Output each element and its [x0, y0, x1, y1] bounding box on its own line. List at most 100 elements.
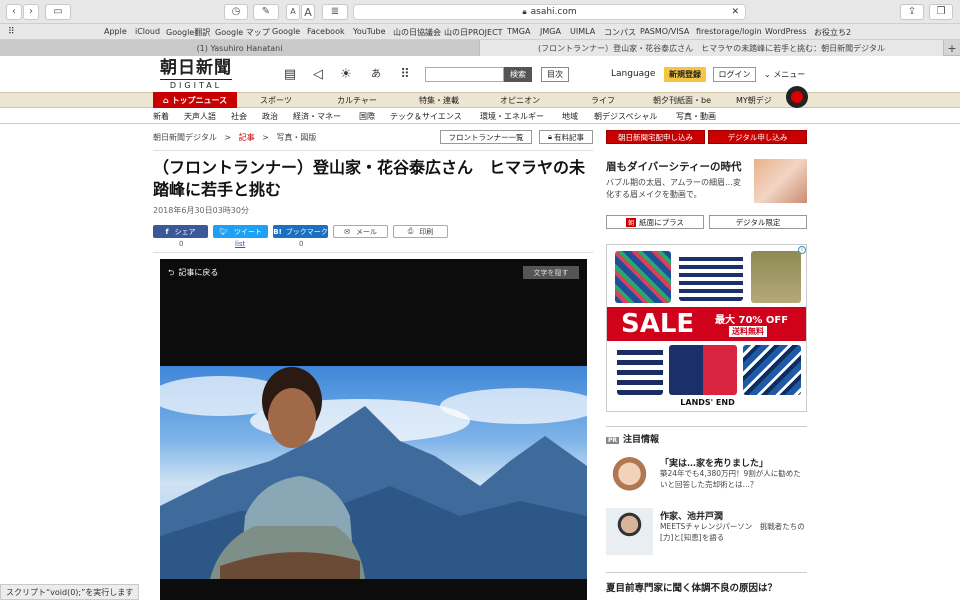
- back-to-article-link[interactable]: ⮌ 記事に戻る: [168, 267, 218, 281]
- paper-plus-button[interactable]: 朝紙面にプラス: [606, 215, 704, 229]
- tabs-overview-icon[interactable]: ❐: [929, 4, 953, 20]
- digital-subscribe-button[interactable]: デジタル申し込み: [708, 130, 807, 144]
- newspaper-subscribe-button[interactable]: 朝日新聞宅配申し込み: [606, 130, 705, 144]
- breadcrumb-root[interactable]: 朝日新聞デジタル: [153, 133, 217, 142]
- chevron-down-icon: ⌄: [764, 70, 774, 79]
- fav-item[interactable]: 山の日PROJECT: [444, 27, 503, 38]
- fav-item[interactable]: PASMO/VISA: [640, 27, 689, 36]
- subnav-item[interactable]: 環境・エネルギー: [480, 111, 544, 122]
- back-icon[interactable]: ‹: [6, 4, 22, 20]
- font-size-icon[interactable]: あ: [368, 67, 384, 83]
- subnav-item[interactable]: 経済・マネー: [293, 111, 341, 122]
- share-facebook-button[interactable]: f シェア: [153, 225, 208, 238]
- fav-item[interactable]: JMGA: [540, 27, 561, 36]
- subnav-item[interactable]: 新着: [153, 111, 169, 122]
- nav-culture[interactable]: カルチャー: [337, 95, 377, 106]
- share-bookmark-button[interactable]: B! ブックマーク: [273, 225, 328, 238]
- sidebar-feature-title[interactable]: 眉もダイバーシティーの時代: [606, 159, 741, 174]
- weather-icon[interactable]: ☀: [338, 67, 354, 83]
- search-button[interactable]: 検索: [504, 67, 532, 82]
- share-twitter-button[interactable]: 🐦︎ ツイート: [213, 225, 268, 238]
- forward-icon[interactable]: ›: [23, 4, 39, 20]
- nav-sports[interactable]: スポーツ: [260, 95, 292, 106]
- search-input[interactable]: [425, 67, 504, 82]
- share-icon[interactable]: ⇪: [900, 4, 924, 20]
- fav-item[interactable]: YouTube: [353, 27, 386, 36]
- reader-icon[interactable]: ≣: [322, 4, 348, 20]
- fav-item[interactable]: iCloud: [135, 27, 160, 36]
- bottom-feature-title[interactable]: 夏目前専門家に聞く体調不良の原因は？: [606, 580, 777, 594]
- nav-my-asahi[interactable]: MY朝デジ: [736, 95, 772, 106]
- pr-badge: PR: [606, 437, 620, 444]
- fav-item[interactable]: WordPress: [765, 27, 807, 36]
- share-count: 0: [179, 240, 184, 248]
- fav-item[interactable]: お役立ち2: [814, 27, 851, 38]
- edit-icon[interactable]: ✎: [253, 4, 279, 20]
- sidebar-icon[interactable]: ▭: [45, 4, 71, 20]
- breadcrumb-last: 写真・図版: [276, 133, 317, 142]
- subnav-item[interactable]: 朝デジスペシャル: [594, 111, 657, 122]
- subnav-item[interactable]: 写真・動画: [676, 111, 716, 122]
- favorites-bar: ⠿ Apple iCloud Google翻訳 Google マップ Googl…: [0, 24, 960, 40]
- newspaper-icon[interactable]: ▤: [282, 67, 298, 83]
- nav-top-news[interactable]: ⌂ トップニュース: [153, 92, 237, 108]
- fav-item[interactable]: TMGA: [507, 27, 530, 36]
- signup-button[interactable]: 新規登録: [664, 67, 706, 82]
- subnav-item[interactable]: 地域: [562, 111, 578, 122]
- menu-button[interactable]: ⌄ メニュー: [764, 69, 805, 80]
- print-button[interactable]: ⎙ 印刷: [393, 225, 448, 238]
- fav-item[interactable]: 山の日協議会: [393, 27, 441, 38]
- close-icon[interactable]: ✕: [731, 7, 739, 17]
- fav-item[interactable]: firestorage/login: [696, 27, 762, 36]
- fav-item[interactable]: Google: [272, 27, 300, 36]
- fav-item[interactable]: Google翻訳: [166, 27, 210, 38]
- url-bar[interactable]: 🔒︎ asahi.com ✕: [353, 4, 746, 20]
- fav-item[interactable]: Google マップ: [215, 27, 270, 38]
- browser-toolbar: ‹ › ▭ ◷ ✎ A A ≣ 🔒︎ asahi.com ✕ ⇪ ❐: [0, 0, 960, 24]
- subnav-item[interactable]: 国際: [359, 111, 375, 122]
- sidebar-feature-photo[interactable]: [754, 159, 807, 203]
- hide-text-button[interactable]: 文字を隠す: [523, 266, 579, 279]
- breadcrumb-sep: >: [262, 133, 269, 142]
- breadcrumb-current[interactable]: 記事: [239, 133, 255, 142]
- advertisement[interactable]: i SALE 最大 70% OFF 送料無料 LANDS' END: [606, 244, 807, 412]
- history-icon[interactable]: ◷: [224, 4, 248, 20]
- font-larger-icon[interactable]: A: [301, 4, 315, 20]
- new-tab-icon[interactable]: +: [944, 40, 960, 56]
- share-mail-button[interactable]: ✉ メール: [333, 225, 388, 238]
- tab-asahi[interactable]: (フロントランナー）登山家・花谷泰広さん ヒマラヤの未踏峰に若手と挑む：朝日新聞…: [480, 40, 944, 56]
- frontrunner-list-button[interactable]: フロントランナー一覧: [440, 130, 532, 144]
- photo-image: [160, 366, 587, 579]
- tweet-list-link[interactable]: list: [235, 240, 245, 248]
- subnav-item[interactable]: 天声人語: [184, 111, 216, 122]
- fav-item[interactable]: Apple: [104, 27, 127, 36]
- pr-thumb[interactable]: [606, 508, 653, 555]
- font-smaller-icon[interactable]: A: [286, 4, 300, 20]
- fav-item[interactable]: Facebook: [307, 27, 345, 36]
- language-link[interactable]: Language: [611, 69, 655, 79]
- nav-opinion[interactable]: オピニオン: [500, 95, 540, 106]
- fav-item[interactable]: UIMLA: [570, 27, 595, 36]
- breadcrumb-sep: >: [224, 133, 232, 142]
- photo-viewer[interactable]: ⮌ 記事に戻る 文字を隠す: [160, 259, 587, 600]
- index-button[interactable]: 目次: [541, 67, 569, 82]
- pr-thumb[interactable]: [606, 455, 653, 502]
- login-button[interactable]: ログイン: [713, 67, 756, 82]
- digital-limited-button[interactable]: デジタル限定: [709, 215, 807, 229]
- fav-item[interactable]: コンパス: [604, 27, 636, 38]
- grid-icon[interactable]: ⠿: [8, 27, 15, 37]
- product-image: [743, 345, 801, 395]
- megaphone-icon[interactable]: ◁: [310, 67, 326, 83]
- asahi-logo[interactable]: 朝日新聞 DIGITAL: [160, 60, 232, 90]
- subnav-item[interactable]: 政治: [262, 111, 278, 122]
- nav-features[interactable]: 特集・連載: [419, 95, 459, 106]
- apps-grid-icon[interactable]: ⠿: [397, 67, 413, 83]
- mascot-icon[interactable]: [786, 86, 808, 108]
- article-date: 2018年6月30日03時30分: [153, 206, 249, 215]
- tab-facebook[interactable]: (1) Yasuhiro Hanatani: [0, 40, 480, 56]
- subnav-item[interactable]: テック＆サイエンス: [390, 111, 462, 122]
- nav-life[interactable]: ライフ: [591, 95, 615, 106]
- page: ‹ › ▭ ◷ ✎ A A ≣ 🔒︎ asahi.com ✕ ⇪ ❐ ⠿ App…: [0, 0, 960, 600]
- nav-paper[interactable]: 朝夕刊紙面・be: [653, 95, 711, 106]
- subnav-item[interactable]: 社会: [231, 111, 247, 122]
